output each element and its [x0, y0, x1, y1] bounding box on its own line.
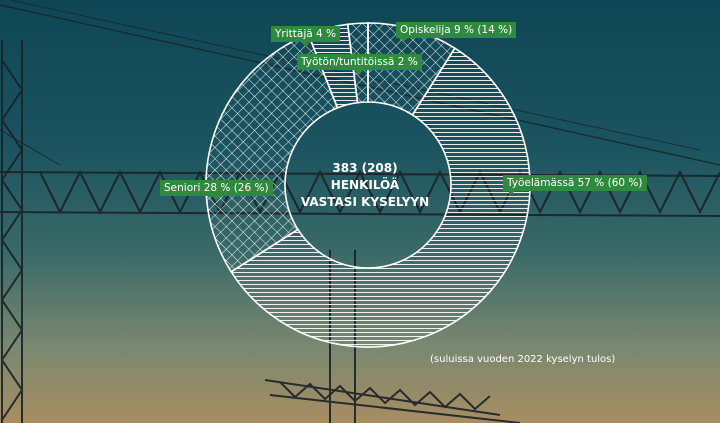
slice-label-yrittaja: Yrittäjä 4 %: [271, 26, 341, 47]
slice-label-seniori: Seniori 28 % (26 %): [160, 180, 273, 201]
donut-center-text: 383 (208) HENKILÖÄ VASTASI KYSELYYN: [290, 160, 440, 211]
slice-label-opiskelija: Opiskelija 9 % (14 %): [396, 22, 517, 43]
center-line-persons: HENKILÖÄ: [330, 178, 400, 192]
slice-label-tyoton: Työtön/tuntitöissä 2 %: [297, 54, 422, 75]
slice-label-tyoelamassa: Työelämässä 57 % (60 %): [503, 175, 647, 196]
center-line-answered: VASTASI KYSELYYN: [300, 195, 430, 209]
chart-note: (suluissa vuoden 2022 kyselyn tulos): [430, 354, 616, 365]
center-line-count: 383 (208): [332, 161, 398, 175]
chart-stage: Opiskelija 9 % (14 %) Työelämässä 57 % (6…: [0, 0, 720, 423]
